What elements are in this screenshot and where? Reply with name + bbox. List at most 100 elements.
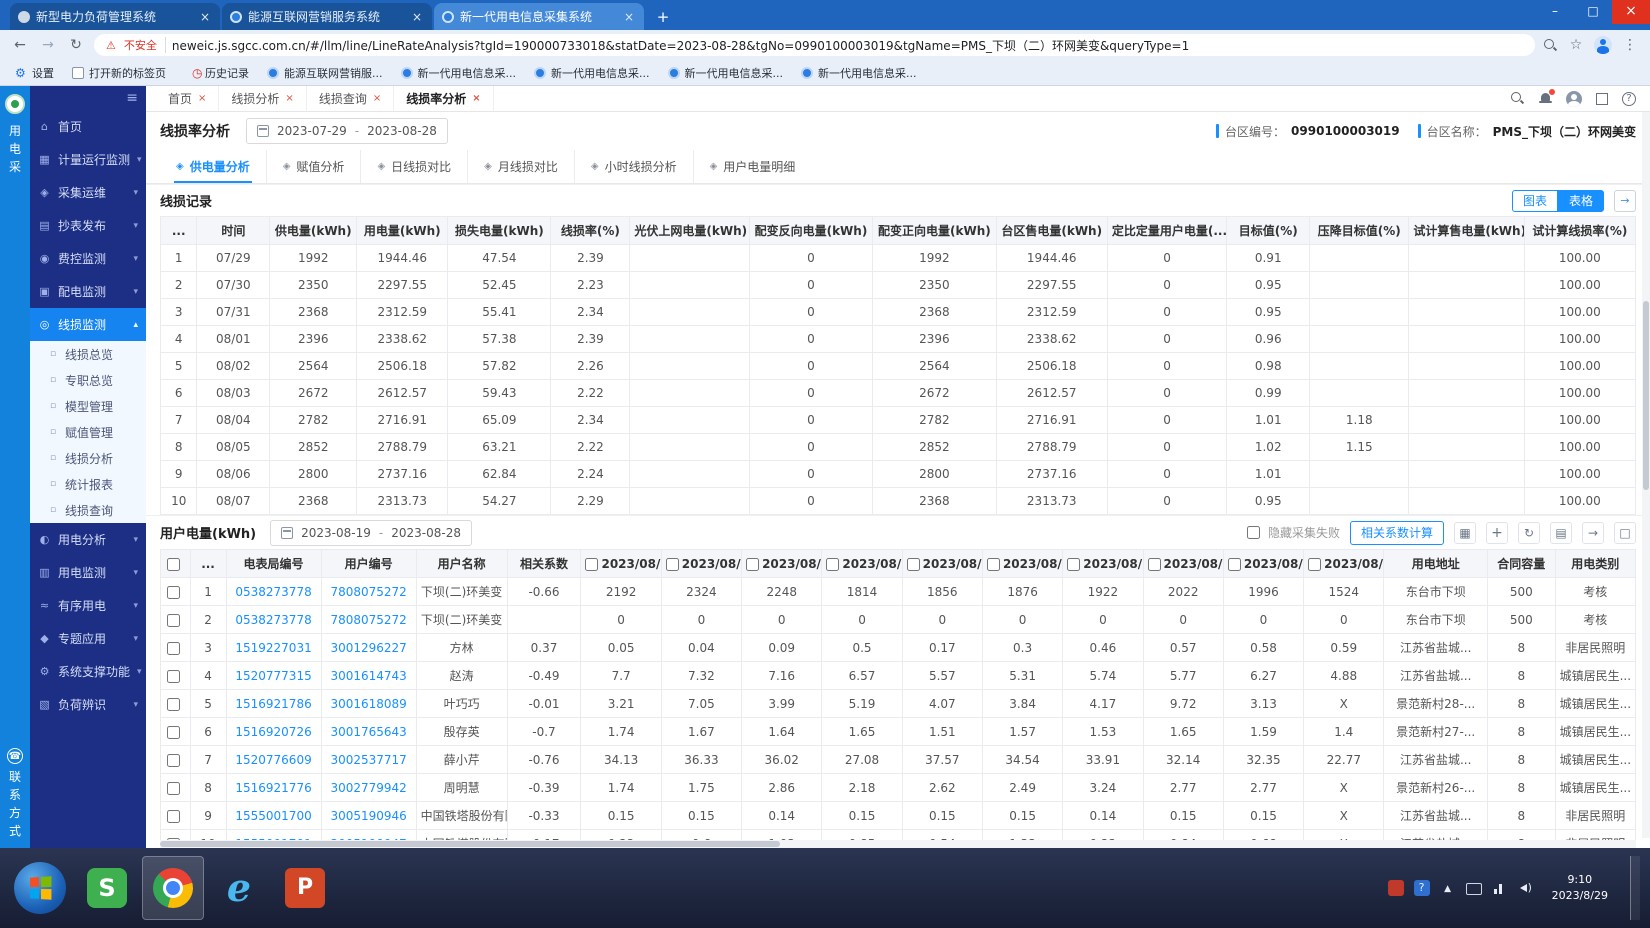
column-header[interactable]: 2023/08/28 bbox=[1304, 550, 1384, 578]
link-cell[interactable]: 7808075272 bbox=[321, 578, 416, 606]
tray-help-icon[interactable] bbox=[1414, 880, 1430, 896]
app-tab-line-loss-query[interactable]: 线损查询 bbox=[307, 86, 394, 111]
bell-icon[interactable] bbox=[1539, 92, 1552, 105]
submenu-line-loss-analysis[interactable]: 线损分析 bbox=[30, 445, 146, 471]
bookmark-site[interactable]: 新一代用电信息采... bbox=[661, 63, 791, 83]
close-tab-icon[interactable] bbox=[373, 93, 381, 104]
column-header[interactable]: 2023/08/23 bbox=[902, 550, 982, 578]
row-checkbox[interactable] bbox=[167, 782, 180, 795]
date-range-picker[interactable]: 2023-07-29 - 2023-08-28 bbox=[246, 118, 448, 144]
subtab-hourly-loss-analysis[interactable]: 小时线损分析 bbox=[575, 150, 694, 183]
taskbar-ie-button[interactable] bbox=[208, 856, 270, 920]
header-checkbox[interactable] bbox=[826, 558, 839, 571]
column-header[interactable]: 2023/08/21 bbox=[742, 550, 822, 578]
link-cell[interactable]: 1520776609 bbox=[226, 746, 321, 774]
reload-icon[interactable] bbox=[66, 37, 86, 53]
loss-record-row[interactable]: 908/0628002737.1662.842.24028002737.1601… bbox=[161, 461, 1636, 488]
sidebar-item-meter-reading[interactable]: 抄表发布 bbox=[30, 209, 146, 242]
loss-record-row[interactable]: 508/0225642506.1857.822.26025642506.1800… bbox=[161, 353, 1636, 380]
sidebar-item-metering-monitor[interactable]: 计量运行监测 bbox=[30, 143, 146, 176]
link-cell[interactable]: 1516921776 bbox=[226, 774, 321, 802]
close-tab-icon[interactable] bbox=[472, 93, 480, 104]
bookmark-star-icon[interactable] bbox=[1566, 37, 1586, 53]
fullscreen-icon[interactable] bbox=[1614, 522, 1636, 544]
link-cell[interactable]: 3005190946 bbox=[321, 802, 416, 830]
sidebar-item-special-apps[interactable]: 专题应用 bbox=[30, 622, 146, 655]
show-desktop-button[interactable] bbox=[1630, 856, 1640, 920]
loss-record-row[interactable]: 107/2919921944.4647.542.39019921944.4600… bbox=[161, 245, 1636, 272]
submenu-specialist-overview[interactable]: 专职总览 bbox=[30, 367, 146, 393]
add-icon[interactable] bbox=[1486, 522, 1508, 544]
link-cell[interactable]: 1555001700 bbox=[226, 802, 321, 830]
export-icon[interactable] bbox=[1614, 190, 1636, 212]
close-tab-icon[interactable] bbox=[198, 93, 206, 104]
user-avatar[interactable] bbox=[1566, 91, 1582, 107]
link-cell[interactable]: 0538273778 bbox=[226, 606, 321, 634]
correlation-calc-button[interactable]: 相关系数计算 bbox=[1350, 521, 1444, 545]
column-header[interactable]: 2023/08/22 bbox=[822, 550, 902, 578]
header-checkbox[interactable] bbox=[585, 558, 598, 571]
user-energy-row[interactable]: 515169217863001618089叶巧巧-0.013.217.053.9… bbox=[161, 690, 1636, 718]
column-header[interactable]: 2023/08/19 bbox=[581, 550, 661, 578]
row-checkbox[interactable] bbox=[167, 754, 180, 767]
row-checkbox[interactable] bbox=[167, 810, 180, 823]
link-cell[interactable]: 3001614743 bbox=[321, 662, 416, 690]
grid-view-icon[interactable] bbox=[1454, 522, 1476, 544]
contact-button[interactable]: 联系方式 bbox=[7, 748, 23, 840]
sidebar-item-distribution-monitor[interactable]: 配电监测 bbox=[30, 275, 146, 308]
loss-record-row[interactable]: 608/0326722612.5759.432.22026722612.5700… bbox=[161, 380, 1636, 407]
loss-record-row[interactable]: 1008/0723682313.7354.272.29023682313.730… bbox=[161, 488, 1636, 515]
column-header[interactable]: 2023/08/25 bbox=[1063, 550, 1143, 578]
network-icon[interactable] bbox=[1492, 880, 1508, 896]
user-energy-row[interactable]: 415207773153001614743赵涛-0.497.77.327.166… bbox=[161, 662, 1636, 690]
scrollbar-thumb[interactable] bbox=[1643, 301, 1649, 490]
submenu-assignment-management[interactable]: 赋值管理 bbox=[30, 419, 146, 445]
header-checkbox[interactable] bbox=[907, 558, 920, 571]
row-checkbox[interactable] bbox=[167, 726, 180, 739]
link-cell[interactable]: 1519227031 bbox=[226, 634, 321, 662]
loss-record-row[interactable]: 307/3123682312.5955.412.34023682312.5900… bbox=[161, 299, 1636, 326]
horizontal-scrollbar[interactable] bbox=[160, 840, 1636, 848]
link-cell[interactable]: 1520777315 bbox=[226, 662, 321, 690]
column-header[interactable]: 2023/08/20 bbox=[661, 550, 741, 578]
user-energy-row[interactable]: 715207766093002537717薛小芹-0.7634.1336.333… bbox=[161, 746, 1636, 774]
header-checkbox[interactable] bbox=[987, 558, 1000, 571]
hide-failed-checkbox[interactable] bbox=[1247, 526, 1260, 539]
row-checkbox[interactable] bbox=[167, 586, 180, 599]
row-checkbox[interactable] bbox=[167, 614, 180, 627]
save-icon[interactable] bbox=[1550, 522, 1572, 544]
sidebar-item-line-loss-monitor[interactable]: 线损监测 bbox=[30, 308, 146, 341]
security-label[interactable]: 不安全 bbox=[124, 37, 166, 53]
tab-close-icon[interactable] bbox=[410, 10, 424, 24]
taskbar-wps-button[interactable] bbox=[76, 856, 138, 920]
tab-close-icon[interactable] bbox=[198, 10, 212, 24]
tab-close-icon[interactable] bbox=[622, 10, 636, 24]
subtab-assignment-analysis[interactable]: 赋值分析 bbox=[267, 150, 362, 183]
bookmark-site[interactable]: 能源互联网营销服... bbox=[260, 63, 390, 83]
row-checkbox[interactable] bbox=[167, 642, 180, 655]
help-icon[interactable] bbox=[1622, 92, 1636, 106]
bookmark-history[interactable]: 历史记录 bbox=[177, 63, 256, 83]
header-checkbox[interactable] bbox=[1067, 558, 1080, 571]
column-header[interactable]: 2023/08/24 bbox=[982, 550, 1062, 578]
close-tab-icon[interactable] bbox=[285, 93, 293, 104]
bookmark-site[interactable]: 新一代用电信息采... bbox=[794, 63, 924, 83]
app-tab-home[interactable]: 首页 bbox=[156, 86, 219, 111]
keyboard-icon[interactable] bbox=[1466, 883, 1482, 895]
taskbar-powerpoint-button[interactable] bbox=[274, 856, 336, 920]
column-header[interactable]: 2023/08/26 bbox=[1143, 550, 1223, 578]
link-cell[interactable]: 3002537717 bbox=[321, 746, 416, 774]
submenu-line-loss-overview[interactable]: 线损总览 bbox=[30, 341, 146, 367]
user-energy-row[interactable]: 105382737787808075272下坝(二)环美变-0.66219223… bbox=[161, 578, 1636, 606]
subtab-user-energy-detail[interactable]: 用户电量明细 bbox=[694, 150, 812, 183]
subtab-supply-analysis[interactable]: 供电量分析 bbox=[160, 150, 267, 183]
loss-record-row[interactable]: 708/0427822716.9165.092.34027822716.9101… bbox=[161, 407, 1636, 434]
submenu-statistics-report[interactable]: 统计报表 bbox=[30, 471, 146, 497]
scrollbar-thumb[interactable] bbox=[160, 841, 780, 847]
link-cell[interactable]: 0538273778 bbox=[226, 578, 321, 606]
bookmark-settings[interactable]: 设置 bbox=[8, 63, 61, 83]
search-icon[interactable] bbox=[1510, 91, 1525, 106]
forward-icon[interactable] bbox=[38, 37, 58, 53]
link-cell[interactable]: 3001765643 bbox=[321, 718, 416, 746]
submenu-model-management[interactable]: 模型管理 bbox=[30, 393, 146, 419]
